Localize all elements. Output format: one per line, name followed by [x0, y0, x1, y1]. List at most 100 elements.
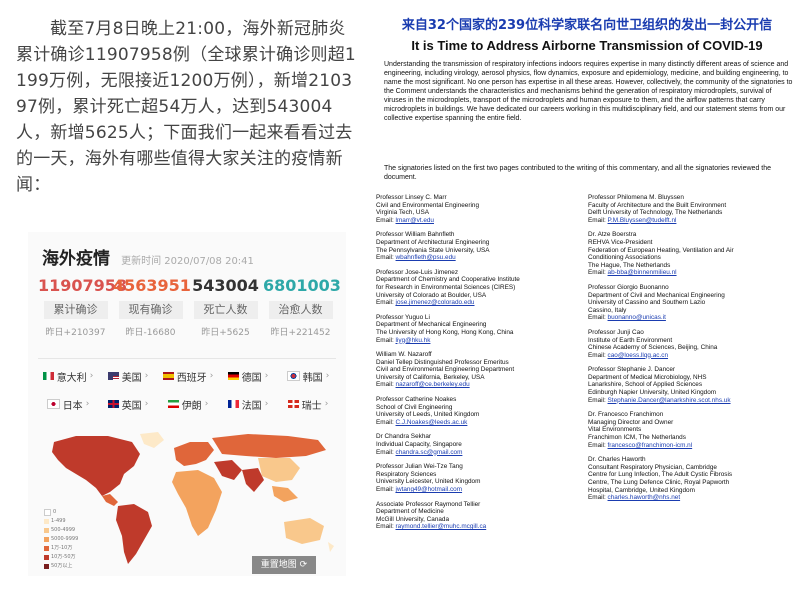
signatory-affiliation: Respiratory Sciences — [376, 470, 437, 478]
signatory-affiliation: Centre, The Lung Defence Clinic, Royal P… — [588, 479, 730, 486]
country-tab-italy[interactable]: 意大利 › — [38, 366, 98, 386]
signatory-entry: Dr. Francesco Franchimon Managing Directo… — [588, 411, 794, 449]
email-link[interactable]: charles.haworth@nhs.net — [608, 494, 681, 501]
signatory-entry: Associate Professor Raymond Tellier Depar… — [376, 501, 582, 531]
signatory-affiliation: University of Cassino and Southern Lazio — [588, 299, 706, 307]
signatory-affiliation: Department of Mechanical Engineering — [376, 321, 487, 329]
legend-swatch — [44, 528, 49, 533]
email-link[interactable]: jose.jimenez@colorado.edu — [396, 299, 475, 306]
legend-label: 500-4999 — [51, 527, 76, 533]
signatory-name: Dr Chandra Sekhar — [376, 433, 432, 441]
stat-current: 4563951 现有确诊 昨日-16680 — [113, 276, 191, 338]
chevron-right-icon: › — [324, 399, 329, 409]
email-link[interactable]: jwtang49@hotmail.com — [396, 486, 463, 493]
email-link[interactable]: buonanno@unicas.it — [608, 314, 666, 321]
email-link[interactable]: ab-bba@binnenmilieu.nl — [608, 269, 677, 276]
france-flag-icon — [227, 400, 239, 408]
map-region-europe — [174, 442, 214, 466]
signatory-affiliation: Faculty of Architecture and the Built En… — [588, 201, 727, 209]
signatory-affiliation: Centre for Lung Infection, The Adult Cys… — [588, 471, 733, 479]
email-link[interactable]: P.M.Bluyssen@tudelft.nl — [608, 217, 677, 224]
stat-delta: 昨日+221452 — [270, 328, 331, 338]
country-tab-spain[interactable]: 西班牙 › — [158, 366, 218, 386]
signatory-email: Email: liyg@hku.hk — [376, 336, 431, 344]
signatory-entry: Professor Stephanie J. Dancer Department … — [588, 366, 794, 404]
country-label: 英国 — [121, 400, 142, 412]
signatory-affiliation: Vital Environments — [588, 426, 642, 434]
stat-confirmed: 11907958 累计确诊 昨日+210397 — [38, 276, 128, 338]
signatories-right-column: Professor Philomena M. Bluyssen Faculty o… — [588, 194, 794, 509]
card-header: 海外疫情 更新时间 2020/07/08 20:41 — [42, 244, 254, 269]
signatory-entry: Professor Junji Cao Institute of Earth En… — [588, 329, 794, 359]
country-label: 瑞士 — [301, 400, 322, 412]
email-link[interactable]: lmarr@vt.edu — [396, 217, 434, 224]
country-tab-usa[interactable]: 美国 › — [98, 366, 158, 386]
signatory-entry: Dr. Atze Boerstra REHVA Vice-President Fed… — [588, 231, 794, 277]
email-link[interactable]: francesco@franchimon-icm.nl — [608, 442, 693, 449]
stat-value: 543004 — [192, 276, 259, 295]
legend-swatch — [44, 509, 51, 516]
spain-flag-icon — [162, 372, 174, 380]
signatory-email: Email: charles.haworth@nhs.net — [588, 494, 681, 502]
chevron-right-icon: › — [204, 399, 209, 409]
letter-abstract: Understanding the transmission of respir… — [384, 61, 793, 122]
country-tab-iran[interactable]: 伊朗 › — [158, 394, 218, 414]
signatory-affiliation: Daniel Tellep Distinguished Professor Em… — [376, 358, 509, 366]
signatory-entry: Professor William Bahnfleth Department of… — [376, 231, 582, 261]
signatory-affiliation: Franchimon ICM, The Netherlands — [588, 434, 686, 442]
stat-label: 死亡人数 — [193, 301, 258, 319]
email-link[interactable]: wbahnfleth@psu.edu — [396, 254, 456, 261]
signatory-affiliation: Edinburgh Napier University, United King… — [588, 389, 717, 397]
italy-flag-icon — [42, 372, 54, 380]
switzerland-flag-icon — [287, 400, 299, 408]
map-region-middle-east — [214, 460, 242, 480]
open-letter-panel: 来自32个国家的239位科学家联名向世卫组织的发出一封公开信 It is Tim… — [364, 0, 800, 600]
signatory-name: Dr. Francesco Franchimon — [588, 411, 664, 419]
email-link[interactable]: raymond.tellier@muhc.mcgill.ca — [396, 523, 487, 530]
chevron-right-icon: › — [144, 371, 149, 381]
email-link[interactable]: chandra.sc@gmail.com — [396, 449, 463, 456]
reset-map-button[interactable]: 重置地图 ⟳ — [252, 556, 316, 574]
legend-swatch — [44, 519, 49, 524]
email-link[interactable]: nazaroff@ce.berkeley.edu — [396, 381, 470, 388]
country-label: 法国 — [241, 400, 262, 412]
stat-label: 治愈人数 — [268, 301, 333, 319]
signatory-affiliation: University Leicester, United Kingdom — [376, 478, 481, 486]
signatory-name: Professor Junji Cao — [588, 328, 644, 336]
signatory-affiliation: Department of Chemistry and Cooperative … — [376, 276, 520, 284]
country-label: 西班牙 — [176, 372, 207, 384]
country-label: 意大利 — [56, 372, 87, 384]
email-link[interactable]: liyg@hku.hk — [396, 337, 431, 344]
country-tab-japan[interactable]: 日本 › — [38, 394, 98, 414]
signatory-affiliation: Department of Architectural Engineering — [376, 238, 490, 246]
signatory-name: Professor Jose-Luis Jimenez — [376, 268, 459, 276]
country-tab-switzerland[interactable]: 瑞士 › — [278, 394, 338, 414]
signatory-entry: Dr. Charles Haworth Consultant Respirator… — [588, 456, 794, 502]
refresh-icon: ⟳ — [299, 560, 308, 570]
country-tab-korea[interactable]: 韩国 › — [278, 366, 338, 386]
country-tab-france[interactable]: 法国 › — [218, 394, 278, 414]
signatory-email: Email: chandra.sc@gmail.com — [376, 448, 463, 456]
signatory-entry: Professor Julian Wei-Tze Tang Respiratory… — [376, 463, 582, 493]
country-tab-uk[interactable]: 英国 › — [98, 394, 158, 414]
signatory-affiliation: Civil and Environmental Engineering — [376, 201, 480, 209]
stat-recovered: 6801003 治愈人数 昨日+221452 — [263, 276, 341, 338]
stat-value: 11907958 — [38, 276, 128, 295]
legend-label: 1-499 — [51, 518, 66, 524]
germany-flag-icon — [227, 372, 239, 380]
signatory-affiliation: Chinese Academy of Sciences, Beijing, Ch… — [588, 344, 718, 352]
korea-flag-icon — [286, 371, 300, 381]
legend-swatch — [44, 546, 49, 551]
email-link[interactable]: Stephanie.Dancer@lanarkshire.scot.nhs.uk — [608, 397, 731, 404]
letter-chinese-title: 来自32个国家的239位科学家联名向世卫组织的发出一封公开信 — [401, 18, 773, 33]
legend-label: 50万以上 — [51, 563, 73, 569]
chevron-right-icon: › — [325, 371, 330, 381]
stat-delta: 昨日-16680 — [125, 328, 176, 338]
country-label: 伊朗 — [181, 400, 202, 412]
country-tab-germany[interactable]: 德国 › — [218, 366, 278, 386]
signatory-affiliation: University of California, Berkeley, USA — [376, 373, 485, 381]
email-link[interactable]: C.J.Noakes@leeds.ac.uk — [396, 419, 468, 426]
world-map[interactable] — [36, 430, 340, 570]
signatory-entry: Professor Jose-Luis Jimenez Department of… — [376, 269, 582, 307]
email-link[interactable]: cao@loess.llqg.ac.cn — [608, 352, 668, 359]
